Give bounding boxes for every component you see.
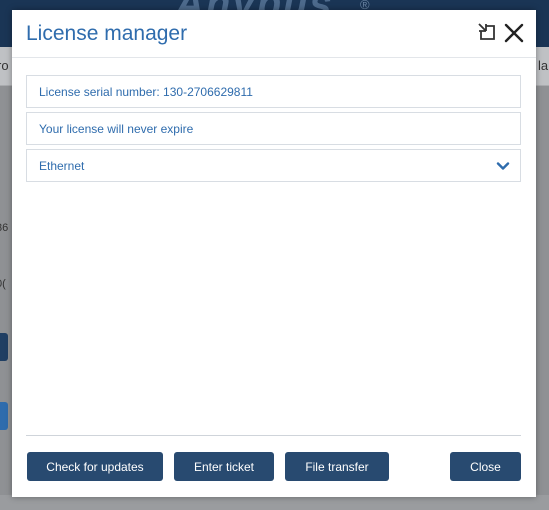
license-serial-text: License serial number: 130-2706629811 <box>39 85 253 99</box>
app-footer <box>0 495 549 510</box>
license-expiry-row: Your license will never expire <box>26 112 521 145</box>
chevron-down-icon <box>496 162 510 170</box>
license-manager-dialog: License manager License serial number: 1… <box>12 10 536 497</box>
close-icon[interactable] <box>502 21 526 45</box>
app-button-fragment <box>0 402 8 430</box>
minimize-icon[interactable] <box>477 22 499 44</box>
ethernet-dropdown[interactable]: Ethernet <box>26 149 521 182</box>
check-for-updates-button[interactable]: Check for updates <box>27 452 163 481</box>
footer-divider <box>26 435 521 436</box>
title-divider <box>12 57 536 58</box>
app-text-fragment: 36 <box>0 222 9 234</box>
enter-ticket-button[interactable]: Enter ticket <box>174 452 274 481</box>
file-transfer-button[interactable]: File transfer <box>285 452 389 481</box>
dialog-title: License manager <box>26 22 188 45</box>
close-button[interactable]: Close <box>450 452 521 481</box>
license-serial-row: License serial number: 130-2706629811 <box>26 75 521 108</box>
app-tab-fragment-left: ro <box>0 58 9 73</box>
app-button-fragment <box>0 333 8 361</box>
ethernet-label: Ethernet <box>39 159 85 173</box>
license-expiry-text: Your license will never expire <box>39 122 194 136</box>
app-text-fragment: 0( <box>0 278 6 290</box>
app-tab-fragment-right: la <box>538 58 549 73</box>
